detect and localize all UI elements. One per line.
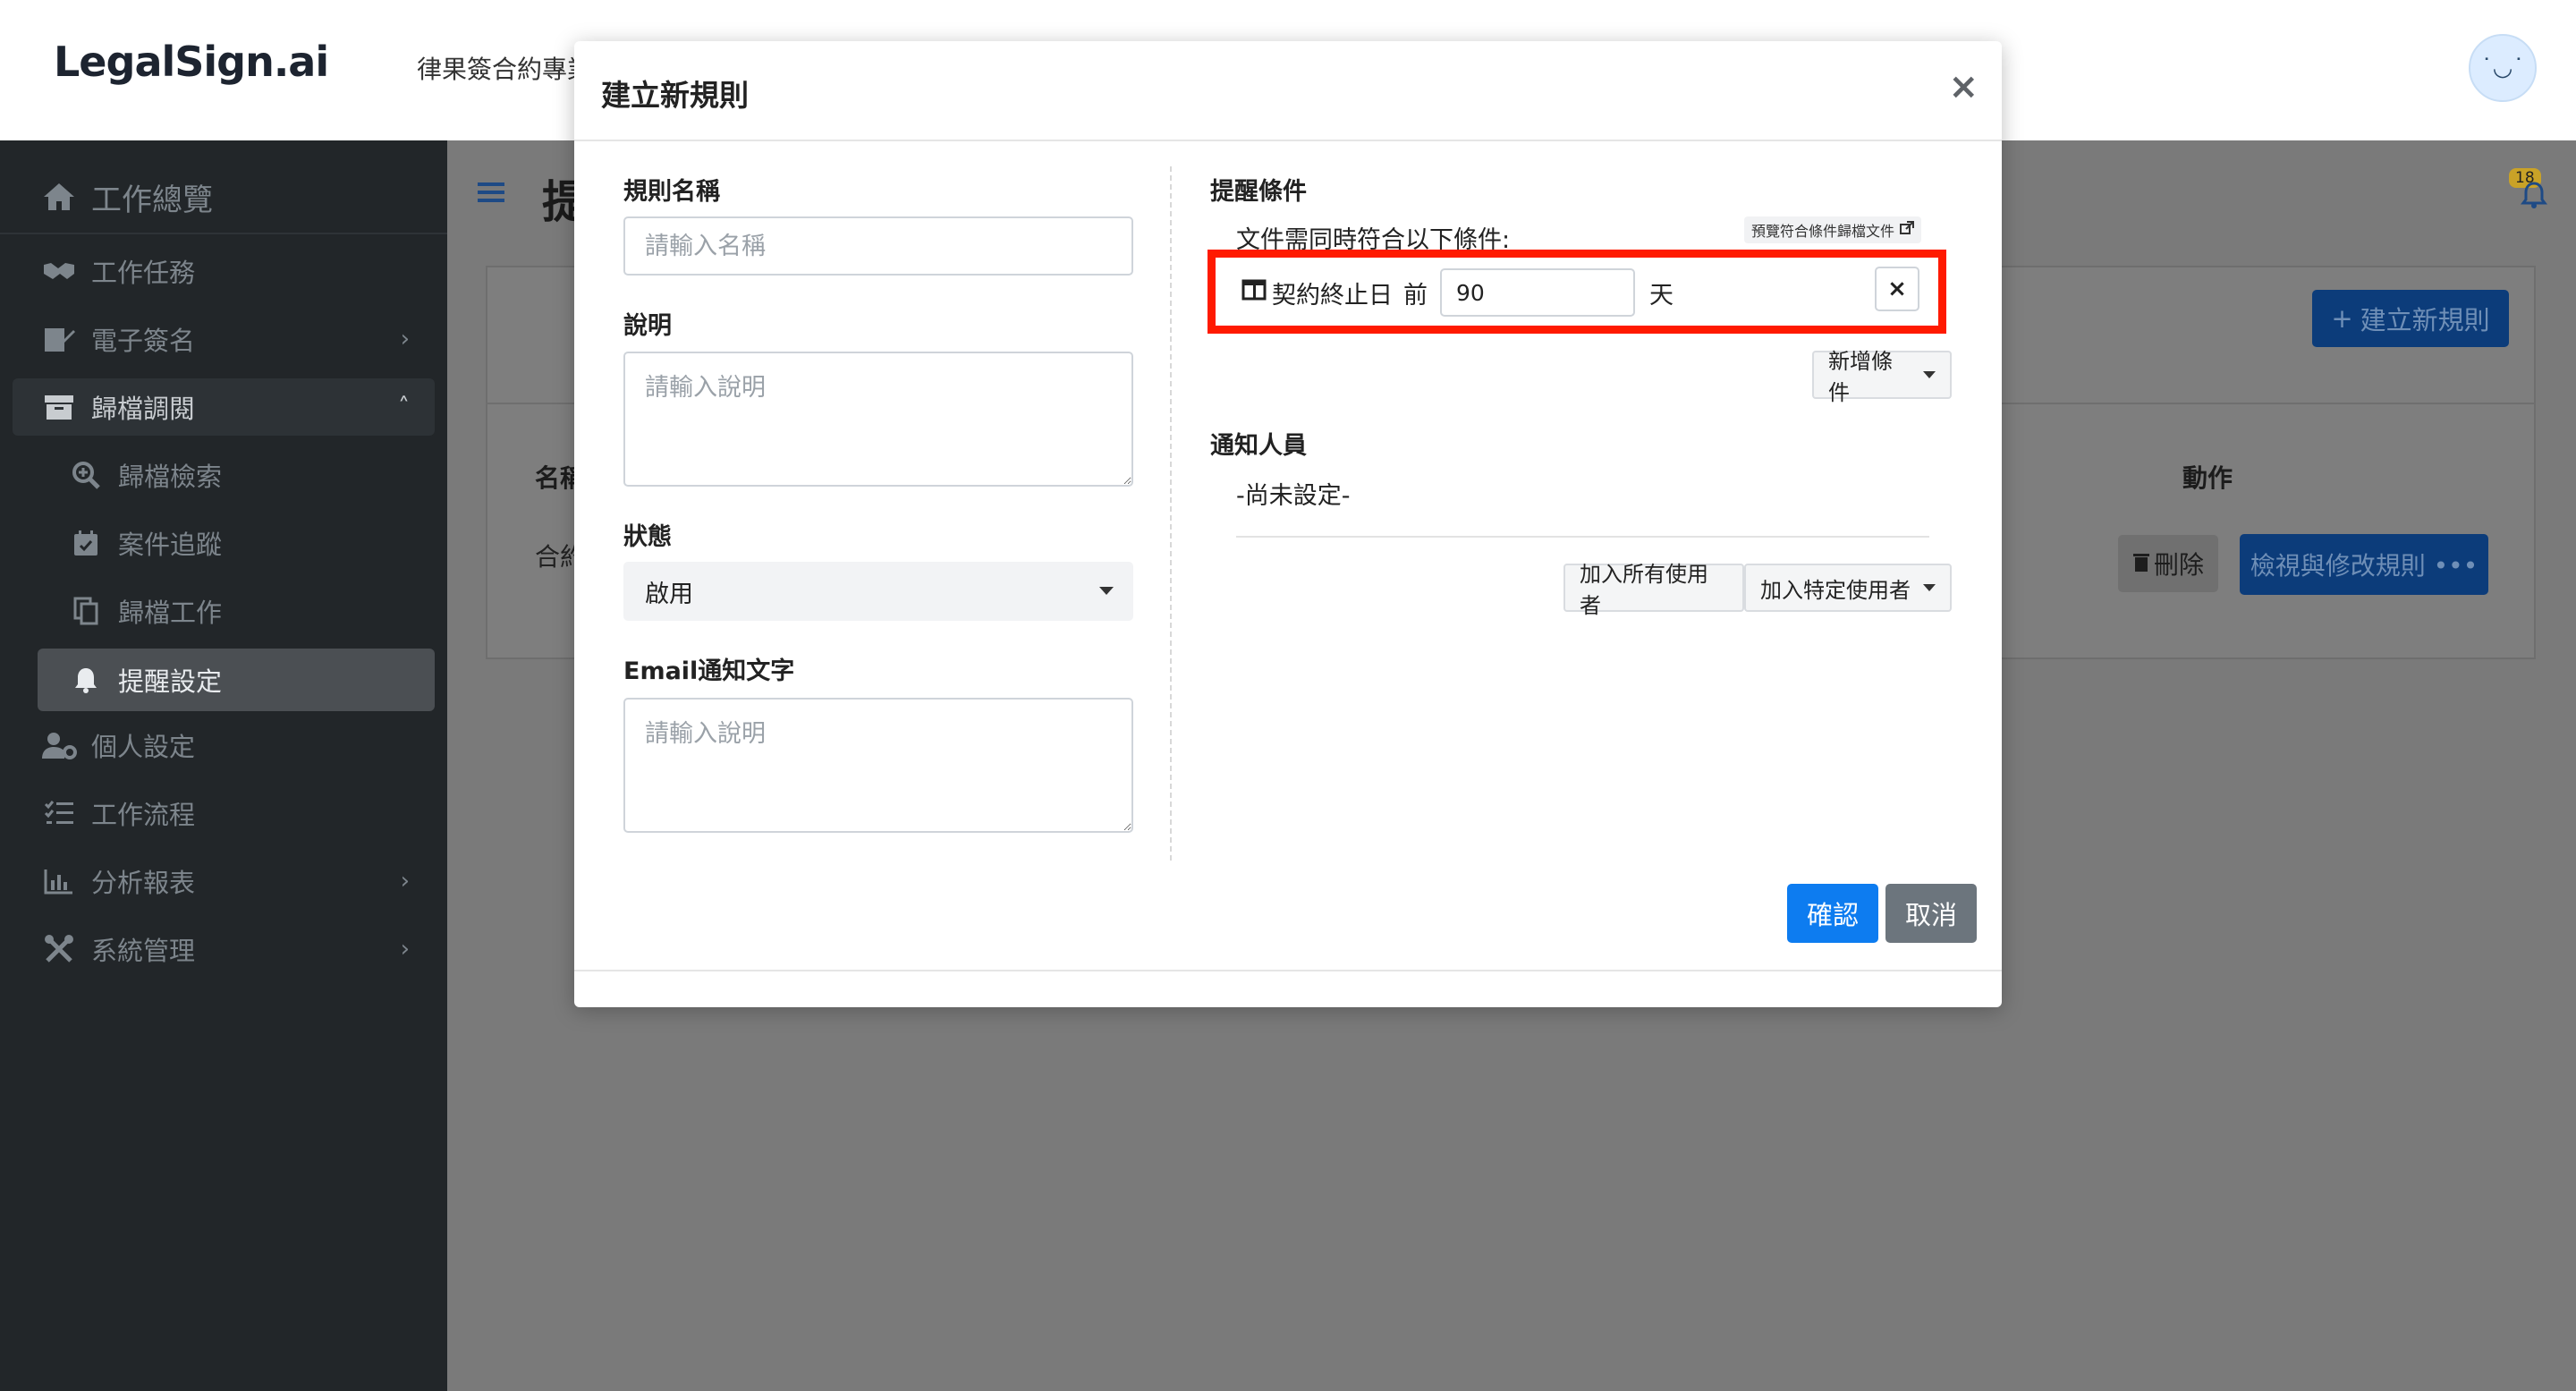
sidebar-item-label: 電子簽名 (91, 326, 196, 356)
add-all-users-button[interactable]: 加入所有使用者 (1563, 562, 1744, 618)
remove-condition-button[interactable]: × (1875, 267, 1919, 311)
chevron-up-icon: ˄ (398, 394, 410, 420)
handshake-icon (39, 259, 79, 283)
columns-icon (1241, 279, 1267, 307)
sidebar-item-label: 歸檔工作 (118, 598, 223, 628)
tasks-icon (39, 800, 79, 827)
sidebar-item-label: 系統管理 (91, 936, 196, 966)
chevron-right-icon: › (400, 326, 410, 352)
status-select[interactable]: 啟用 (623, 562, 1133, 621)
sidebar-item-case-tracking[interactable]: 案件追蹤 (0, 514, 447, 572)
create-rule-button[interactable]: + 建立新規則 (2312, 290, 2509, 347)
sidebar-item-overview[interactable]: 工作總覽 (0, 161, 447, 234)
sidebar-item-personal-settings[interactable]: 個人設定 (0, 717, 447, 774)
notify-divider (1236, 536, 1929, 538)
cancel-button[interactable]: 取消 (1885, 884, 1977, 943)
status-value: 啟用 (645, 580, 693, 608)
rule-name-input[interactable] (623, 216, 1133, 276)
menu-toggle-icon[interactable] (478, 172, 504, 213)
confirm-button[interactable]: 確認 (1787, 884, 1878, 943)
tools-icon (39, 934, 79, 964)
plus-icon: + (2331, 303, 2353, 334)
user-avatar[interactable]: ˙◡˙ (2469, 34, 2537, 102)
preview-matching-docs-link[interactable]: 預覽符合條件歸檔文件 (1744, 216, 1922, 243)
modal-title: 建立新規則 (601, 78, 749, 113)
sidebar-item-label: 個人設定 (91, 732, 196, 762)
app-logo[interactable]: LegalSign.ai (54, 38, 329, 86)
sidebar-item-archive-search[interactable]: 歸檔檢索 (0, 446, 447, 504)
sidebar-item-label: 分析報表 (91, 868, 196, 898)
sidebar-item-workflow[interactable]: 工作流程 (0, 785, 447, 842)
external-link-icon (1900, 221, 1915, 239)
sidebar-item-archive-work[interactable]: 歸檔工作 (0, 582, 447, 640)
sidebar-item-label: 提醒設定 (118, 666, 223, 697)
app-subtitle: 律果簽合約專業 (417, 55, 578, 84)
chevron-right-icon: › (400, 868, 410, 895)
notification-bell-icon[interactable] (2521, 181, 2547, 213)
sidebar-item-label: 歸檔檢索 (118, 462, 223, 492)
chart-icon (39, 868, 79, 895)
add-specific-user-dropdown[interactable]: 加入特定使用者 (1744, 564, 1952, 612)
caret-down-icon (1923, 371, 1936, 378)
notify-empty-text: -尚未設定- (1236, 482, 1351, 510)
calendar-check-icon (66, 530, 106, 556)
signature-icon (39, 325, 79, 353)
archive-icon (39, 394, 79, 420)
table-header-action: 動作 (2182, 463, 2233, 493)
sidebar-item-archive[interactable]: 歸檔調閱 ˄ (13, 378, 435, 436)
sidebar-item-system-admin[interactable]: 系統管理 › (0, 920, 447, 978)
condition-field: 契約終止日 (1241, 276, 1393, 310)
modal-footer-divider (574, 970, 2002, 971)
notify-label: 通知人員 (1210, 432, 1307, 460)
column-divider (1170, 166, 1172, 861)
condition-unit: 天 (1649, 281, 1674, 310)
sidebar-item-label: 工作流程 (91, 800, 196, 830)
sidebar-item-label: 案件追蹤 (118, 530, 223, 560)
chevron-right-icon: › (400, 936, 410, 963)
conditions-label: 提醒條件 (1210, 178, 1307, 206)
add-condition-dropdown[interactable]: 新增條件 (1812, 349, 1952, 405)
trash-icon (2132, 549, 2150, 579)
sidebar-item-label: 工作總覽 (91, 182, 213, 218)
caret-down-icon (1099, 587, 1114, 595)
sidebar: 工作總覽 工作任務 電子簽名 › 歸檔調閱 ˄ 歸檔檢索 案件追蹤 歸檔工作 提… (0, 140, 447, 1391)
bell-icon (66, 666, 106, 693)
description-textarea[interactable] (623, 352, 1133, 487)
modal-header: 建立新規則 × (574, 41, 2002, 141)
delete-button[interactable]: 刪除 (2118, 535, 2218, 592)
home-icon (39, 182, 79, 212)
create-rule-modal: 建立新規則 × 規則名稱 說明 狀態 啟用 Email通知文字 提醒條件 文件需… (574, 41, 2002, 1007)
view-edit-rule-button[interactable]: 檢視與修改規則 ••• (2240, 534, 2488, 595)
sidebar-item-tasks[interactable]: 工作任務 (0, 242, 447, 300)
user-cog-icon (39, 731, 79, 759)
caret-down-icon (1923, 584, 1936, 591)
description-label: 說明 (623, 312, 672, 340)
sidebar-item-label: 工作任務 (91, 258, 196, 288)
status-label: 狀態 (623, 523, 672, 551)
condition-operator: 前 (1403, 281, 1428, 310)
search-plus-icon (66, 461, 106, 489)
close-icon[interactable]: × (1948, 66, 1979, 107)
copy-icon (66, 597, 106, 625)
condition-value-input[interactable] (1440, 268, 1635, 317)
sidebar-item-esign[interactable]: 電子簽名 › (0, 310, 447, 368)
email-text-textarea[interactable] (623, 698, 1133, 833)
rule-name-label: 規則名稱 (623, 178, 720, 206)
sidebar-item-label: 歸檔調閱 (91, 394, 196, 424)
email-text-label: Email通知文字 (623, 657, 795, 685)
sidebar-item-reminder-settings[interactable]: 提醒設定 (38, 649, 435, 711)
condition-field-label: 契約終止日 (1272, 281, 1393, 310)
condition-row: 契約終止日 前 天 (1241, 265, 1930, 320)
sidebar-item-reports[interactable]: 分析報表 › (0, 852, 447, 910)
